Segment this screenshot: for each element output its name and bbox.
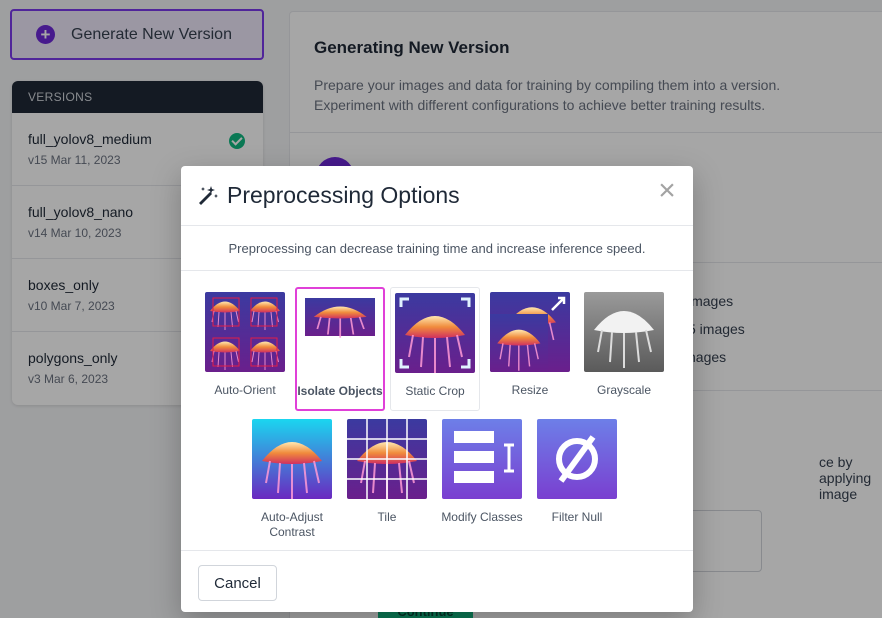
grayscale-icon	[584, 292, 664, 372]
modal-header: Preprocessing Options ×	[181, 166, 693, 226]
static-crop-icon	[395, 293, 475, 374]
close-icon[interactable]: ×	[655, 176, 679, 206]
option-auto-orient[interactable]: Auto-Orient	[200, 292, 290, 398]
option-filter-null[interactable]: Filter Null	[532, 419, 622, 525]
magic-wand-icon	[199, 185, 218, 205]
auto-adjust-contrast-icon	[252, 419, 332, 500]
option-label: Static Crop	[405, 384, 465, 398]
option-label: Auto-Orient	[214, 383, 276, 397]
option-label: Modify Classes	[441, 510, 523, 524]
option-auto-adjust-contrast[interactable]: Auto-Adjust Contrast	[247, 419, 337, 540]
resize-icon	[490, 292, 570, 372]
option-isolate-objects[interactable]: Isolate Objects	[295, 287, 385, 411]
option-grayscale[interactable]: Grayscale	[579, 292, 669, 398]
option-resize[interactable]: Resize	[485, 292, 575, 398]
option-static-crop[interactable]: Static Crop	[390, 287, 480, 411]
modal-subtitle: Preprocessing can decrease training time…	[181, 226, 693, 271]
tile-icon	[347, 419, 427, 500]
cancel-button[interactable]: Cancel	[198, 565, 277, 601]
option-label: Grayscale	[596, 383, 652, 397]
modal-title: Preprocessing Options	[227, 182, 460, 208]
option-label: Filter Null	[551, 510, 603, 524]
option-label: Resize	[511, 383, 549, 397]
modal-footer: Cancel	[181, 550, 693, 612]
option-tile[interactable]: Tile	[342, 419, 432, 525]
isolate-objects-icon	[300, 293, 380, 373]
modify-classes-icon	[442, 419, 522, 499]
option-label: Tile	[377, 510, 397, 524]
preprocessing-modal: Preprocessing Options × Preprocessing ca…	[181, 166, 693, 612]
option-label: Isolate Objects	[297, 384, 383, 398]
auto-orient-icon	[205, 292, 285, 372]
option-label: Auto-Adjust Contrast	[260, 510, 324, 539]
option-modify-classes[interactable]: Modify Classes	[437, 419, 527, 525]
filter-null-icon	[537, 419, 617, 499]
